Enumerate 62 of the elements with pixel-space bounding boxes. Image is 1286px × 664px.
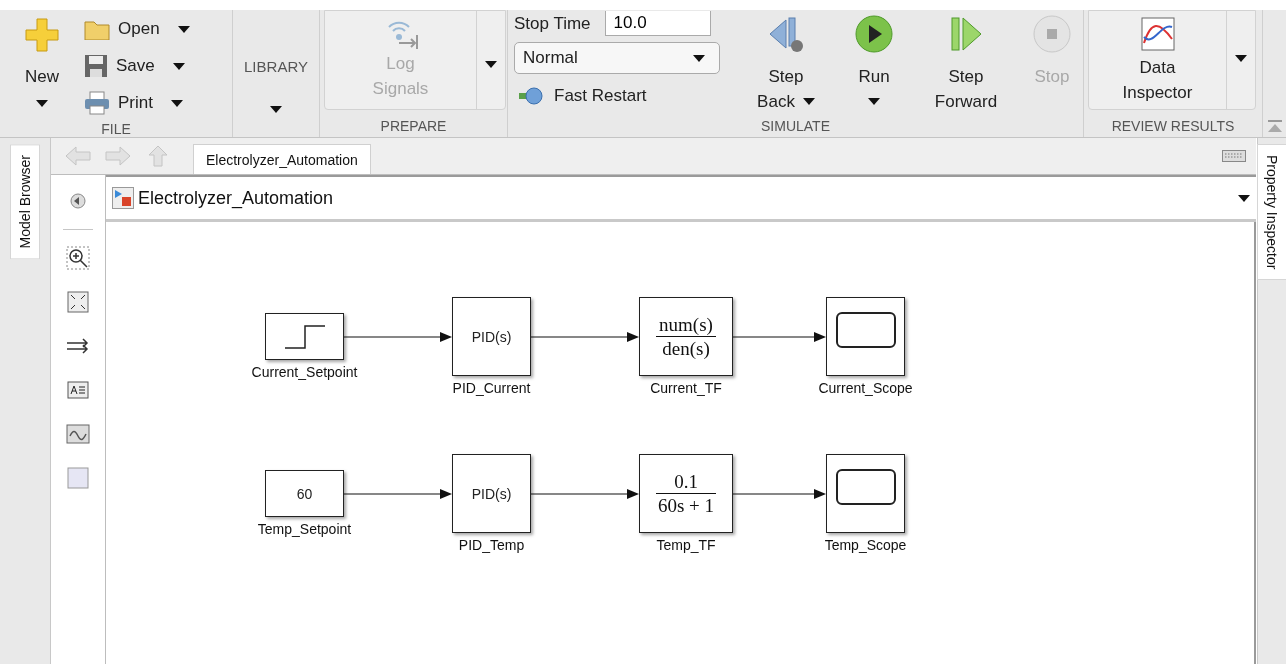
save-icon — [84, 53, 108, 78]
model-browser-tab[interactable]: Model Browser — [10, 144, 40, 260]
section-title: PREPARE — [380, 118, 447, 134]
chart-icon — [1140, 17, 1175, 51]
fast-restart-icon — [518, 87, 544, 105]
back-circle-icon — [70, 193, 86, 209]
dropdown-caret-icon — [1238, 194, 1250, 202]
library-button[interactable]: LIBRARY — [233, 10, 319, 116]
stop-icon — [1032, 14, 1072, 54]
fit-icon — [67, 291, 89, 313]
scope-display — [835, 468, 896, 505]
stop-time-label: Stop Time — [514, 12, 591, 35]
step-icon — [282, 323, 327, 350]
area-icon — [67, 467, 89, 489]
run-icon — [854, 14, 894, 54]
scope-display — [835, 311, 896, 348]
block-label: PID_Current — [452, 380, 531, 396]
pid-block: PID(s) — [452, 454, 531, 533]
block-label: Temp_Scope — [824, 537, 907, 553]
file-menu-button[interactable]: Open — [84, 10, 190, 47]
section-title: SIMULATE — [761, 118, 830, 134]
text-annotation-icon — [67, 381, 89, 399]
zoom-icon — [66, 246, 90, 270]
denominator: 60s + 1 — [657, 495, 715, 516]
block-label: Current_Scope — [818, 380, 913, 396]
section-title: FILE — [101, 121, 131, 137]
plus-icon — [25, 18, 59, 52]
new-button[interactable]: New — [0, 10, 84, 110]
block-label: Temp_Setpoint — [257, 521, 352, 537]
file-menu-button[interactable]: Save — [84, 47, 190, 84]
fit-view-button[interactable] — [64, 288, 92, 316]
numerator: num(s) — [659, 314, 713, 335]
block-label: Temp_TF — [656, 537, 716, 553]
zoom-button[interactable] — [64, 244, 92, 272]
file-menu-button[interactable]: Print — [84, 84, 190, 121]
numerator: 0.1 — [674, 471, 698, 492]
printer-icon — [84, 90, 110, 115]
model-icon — [112, 187, 134, 209]
stop-time-field[interactable]: 10.0 — [604, 10, 711, 36]
forward-arrow-icon[interactable] — [105, 145, 131, 167]
collapse-icon — [1266, 119, 1283, 133]
caret-icon — [693, 54, 705, 62]
area-button[interactable] — [64, 464, 92, 492]
constant-block: 60 — [265, 470, 344, 517]
block-label: Current_TF — [650, 380, 722, 396]
section-title: REVIEW RESULTS — [1111, 118, 1235, 134]
pid-block: PID(s) — [452, 297, 531, 376]
simulation-button[interactable]: Step Back — [740, 10, 832, 114]
model-tab[interactable]: Electrolyzer_Automation — [193, 144, 371, 174]
keyboard-icon[interactable] — [1222, 150, 1246, 162]
block-label: Current_Setpoint — [251, 364, 358, 380]
fast-restart-button[interactable]: Fast Restart — [514, 80, 720, 106]
simulation-button[interactable]: Run — [832, 10, 916, 114]
back-arrow-icon[interactable] — [65, 145, 91, 167]
denominator: den(s) — [662, 338, 710, 359]
image-icon — [66, 424, 90, 444]
simulation-button[interactable]: Step Forward — [916, 10, 1016, 114]
block-label: PID_Temp — [458, 537, 525, 553]
arrows-icon — [66, 337, 90, 355]
property-inspector-tab[interactable]: Property Inspector — [1257, 144, 1286, 281]
model-breadcrumb[interactable]: Electrolyzer_Automation — [138, 187, 1234, 209]
simulation-mode-dropdown[interactable]: Normal — [514, 42, 720, 74]
